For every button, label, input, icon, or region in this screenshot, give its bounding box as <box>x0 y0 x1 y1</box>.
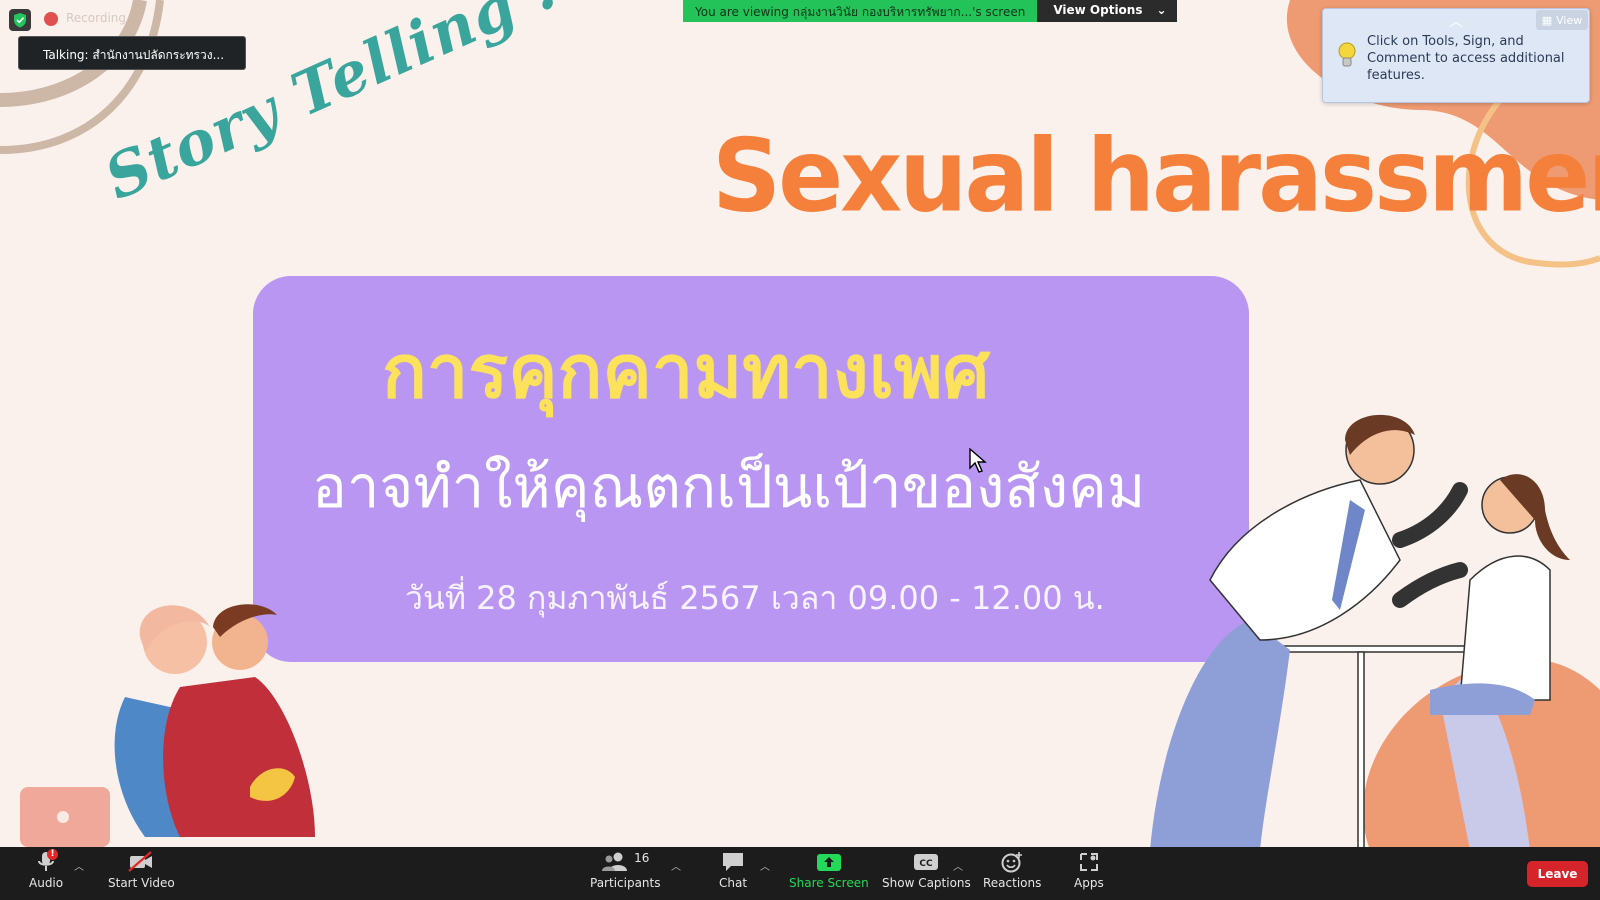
zoom-meeting-window: Story Telling !!! Sexual harassment การค… <box>0 0 1600 900</box>
audio-button[interactable]: ! Audio <box>29 849 64 897</box>
recording-indicator-icon[interactable] <box>44 12 58 26</box>
view-options-button[interactable]: View Options ⌄ <box>1037 0 1177 22</box>
mouse-cursor-icon <box>969 448 987 473</box>
pdf-view-label: View <box>1556 13 1583 27</box>
apps-label: Apps <box>1074 876 1104 890</box>
participants-button[interactable]: 16 Participants <box>590 851 661 897</box>
svg-text:CC: CC <box>920 859 934 869</box>
participants-count: 16 <box>634 851 650 865</box>
apps-icon <box>1079 853 1098 871</box>
chat-label: Chat <box>719 876 748 890</box>
pdf-view-button[interactable]: ▦ View <box>1536 10 1588 30</box>
share-screen-icon <box>816 854 841 871</box>
slide-title-thai: การคุกคามทางเพศ <box>382 329 990 415</box>
start-video-button[interactable]: Start Video <box>108 851 175 897</box>
leave-meeting-button[interactable]: Leave <box>1527 861 1588 887</box>
audio-label: Audio <box>29 876 64 890</box>
closed-captions-icon: CC <box>914 854 939 870</box>
view-options-label: View Options <box>1053 3 1143 17</box>
share-screen-label: Share Screen <box>789 876 869 890</box>
audio-options-caret-icon[interactable]: ︿ <box>74 858 84 873</box>
chat-bubble-icon <box>723 853 744 871</box>
talking-indicator: Talking: สำนักงานปลัดกระทรวง... <box>18 36 246 70</box>
participants-icon <box>602 852 628 871</box>
audio-warning-badge: ! <box>47 849 59 860</box>
illustration-couple-laptop <box>20 604 315 847</box>
reactions-label: Reactions <box>983 876 1042 890</box>
slide-subtitle-thai: อาจทำให้คุณตกเป็นเป้าของสังคม <box>312 453 1146 521</box>
illustration-harassment-scene <box>1150 414 1570 847</box>
lightbulb-icon <box>1338 42 1356 67</box>
viewing-screen-message: You are viewing กลุ่มงานวินัย กองบริหารท… <box>683 0 1038 22</box>
tip-message: Click on Tools, Sign, and Comment to acc… <box>1367 34 1565 83</box>
emoji-reaction-icon <box>1001 852 1023 873</box>
apps-button[interactable]: Apps <box>1074 851 1104 897</box>
participants-label: Participants <box>590 876 661 890</box>
captions-options-caret-icon[interactable]: ︿ <box>953 858 963 873</box>
recording-label: Recording <box>66 11 127 25</box>
video-camera-off-icon <box>128 851 153 872</box>
slide-date-thai: วันที่ 28 กุมภาพันธ์ 2567 เวลา 09.00 - 1… <box>405 579 1105 617</box>
reactions-button[interactable]: Reactions <box>983 851 1041 897</box>
viewing-banner: You are viewing กลุ่มงานวินัย กองบริหารท… <box>683 0 1177 22</box>
grid-icon: ▦ <box>1541 13 1553 27</box>
chat-options-caret-icon[interactable]: ︿ <box>760 858 770 873</box>
chevron-up-icon[interactable]: ︿ <box>1449 11 1463 31</box>
participants-options-caret-icon[interactable]: ︿ <box>671 858 681 873</box>
start-video-label: Start Video <box>108 876 175 890</box>
security-shield-icon[interactable] <box>9 9 31 31</box>
show-captions-label: Show Captions <box>882 876 971 890</box>
shared-screen-slide: Story Telling !!! Sexual harassment การค… <box>0 0 1600 847</box>
slide-title-english: Sexual harassment <box>712 117 1600 235</box>
chat-button[interactable]: Chat <box>719 851 747 897</box>
chevron-down-icon: ⌄ <box>1156 3 1167 17</box>
share-screen-button[interactable]: Share Screen <box>789 851 869 897</box>
